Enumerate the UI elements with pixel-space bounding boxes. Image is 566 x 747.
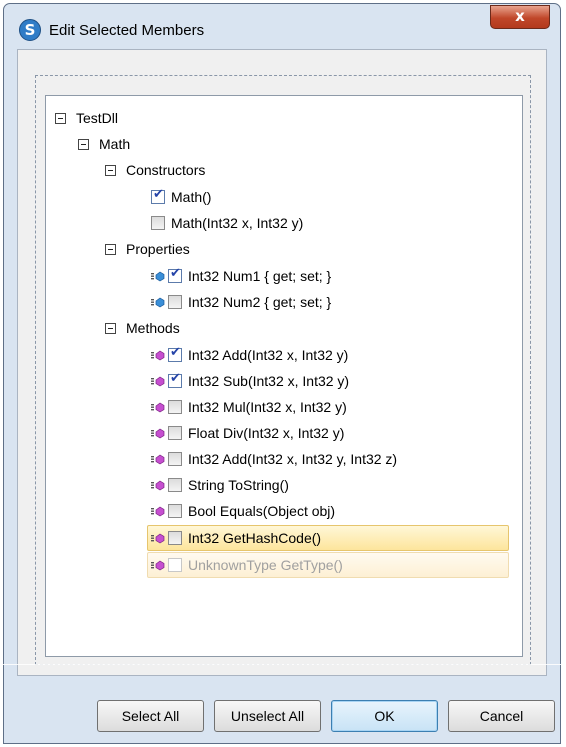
method-icon bbox=[151, 454, 165, 465]
tree-item-constructor[interactable]: Math() bbox=[151, 184, 211, 210]
property-icon bbox=[151, 297, 165, 308]
member-label: Int32 Sub(Int32 x, Int32 y) bbox=[188, 373, 350, 389]
ok-button[interactable]: OK bbox=[331, 700, 438, 732]
app-logo-icon: S bbox=[19, 19, 41, 41]
member-checkbox[interactable] bbox=[168, 531, 182, 545]
collapse-toggle-icon[interactable] bbox=[55, 112, 66, 124]
tree-node-root[interactable]: TestDll bbox=[55, 105, 118, 131]
method-icon bbox=[151, 533, 165, 544]
select-all-button[interactable]: Select All bbox=[97, 700, 204, 732]
tree-item-property[interactable]: Int32 Num1 { get; set; } bbox=[151, 263, 331, 289]
collapse-toggle-icon[interactable] bbox=[105, 322, 116, 334]
member-checkbox[interactable] bbox=[168, 426, 182, 440]
cancel-button[interactable]: Cancel bbox=[448, 700, 555, 732]
tree-item-method-disabled[interactable]: UnknownType GetType() bbox=[151, 552, 343, 578]
member-checkbox[interactable] bbox=[168, 266, 182, 283]
method-icon bbox=[151, 506, 165, 517]
dialog-content: TestDll Math Constructors Math() bbox=[17, 49, 547, 676]
member-label: Math(Int32 x, Int32 y) bbox=[171, 215, 304, 231]
window-title: Edit Selected Members bbox=[49, 22, 205, 39]
dialog-window: S Edit Selected Members x TestDll Math C… bbox=[3, 3, 561, 744]
member-label: Int32 Add(Int32 x, Int32 y, Int32 z) bbox=[188, 451, 398, 467]
method-icon bbox=[151, 402, 165, 413]
close-button[interactable]: x bbox=[490, 5, 550, 29]
tree-item-method[interactable]: Float Div(Int32 x, Int32 y) bbox=[151, 420, 344, 446]
collapse-toggle-icon[interactable] bbox=[78, 138, 89, 150]
tree-node-label: Math bbox=[99, 136, 131, 152]
member-label: Int32 Add(Int32 x, Int32 y) bbox=[188, 347, 349, 363]
tree-group-label: Methods bbox=[126, 320, 180, 336]
method-icon bbox=[151, 480, 165, 491]
member-checkbox[interactable] bbox=[151, 216, 165, 230]
tree-item-method[interactable]: Bool Equals(Object obj) bbox=[151, 498, 335, 524]
member-checkbox[interactable] bbox=[168, 400, 182, 414]
tree-focus-frame: TestDll Math Constructors Math() bbox=[35, 75, 531, 665]
member-checkbox[interactable] bbox=[168, 295, 182, 309]
member-checkbox[interactable] bbox=[168, 558, 182, 572]
member-label: Math() bbox=[171, 189, 212, 205]
member-label: Int32 GetHashCode() bbox=[188, 530, 322, 546]
tree-item-method[interactable]: Int32 Add(Int32 x, Int32 y, Int32 z) bbox=[151, 446, 397, 472]
tree-item-constructor[interactable]: Math(Int32 x, Int32 y) bbox=[151, 210, 303, 236]
member-checkbox[interactable] bbox=[168, 504, 182, 518]
tree-group-properties[interactable]: Properties bbox=[105, 236, 190, 262]
tree-item-method-selected[interactable]: Int32 GetHashCode() bbox=[151, 525, 321, 551]
tree-item-method[interactable]: Int32 Mul(Int32 x, Int32 y) bbox=[151, 394, 347, 420]
tree-group-label: Properties bbox=[126, 241, 190, 257]
member-checkbox[interactable] bbox=[151, 187, 165, 204]
tree-item-method[interactable]: Int32 Sub(Int32 x, Int32 y) bbox=[151, 368, 349, 394]
tree-node-label: TestDll bbox=[76, 110, 119, 126]
member-label: UnknownType GetType() bbox=[188, 557, 343, 573]
tree-group-methods[interactable]: Methods bbox=[105, 315, 180, 341]
collapse-toggle-icon[interactable] bbox=[105, 164, 116, 176]
member-checkbox[interactable] bbox=[168, 345, 182, 362]
member-label: Int32 Num2 { get; set; } bbox=[188, 294, 332, 310]
member-label: Bool Equals(Object obj) bbox=[188, 503, 336, 519]
property-icon bbox=[151, 271, 165, 282]
screen-glare-line bbox=[0, 664, 566, 665]
member-checkbox[interactable] bbox=[168, 371, 182, 388]
tree-item-property[interactable]: Int32 Num2 { get; set; } bbox=[151, 289, 331, 315]
tree-group-constructors[interactable]: Constructors bbox=[105, 157, 205, 183]
member-label: Float Div(Int32 x, Int32 y) bbox=[188, 425, 345, 441]
method-icon bbox=[151, 376, 165, 387]
member-label: String ToString() bbox=[188, 477, 289, 493]
member-checkbox[interactable] bbox=[168, 478, 182, 492]
method-icon bbox=[151, 560, 165, 571]
tree-node-class[interactable]: Math bbox=[78, 131, 130, 157]
tree-group-label: Constructors bbox=[126, 162, 206, 178]
member-label: Int32 Num1 { get; set; } bbox=[188, 268, 332, 284]
tree-item-method[interactable]: Int32 Add(Int32 x, Int32 y) bbox=[151, 342, 348, 368]
title-bar[interactable]: S Edit Selected Members x bbox=[4, 4, 560, 50]
method-icon bbox=[151, 428, 165, 439]
unselect-all-button[interactable]: Unselect All bbox=[214, 700, 321, 732]
members-tree[interactable]: TestDll Math Constructors Math() bbox=[45, 95, 523, 657]
tree-item-method[interactable]: String ToString() bbox=[151, 472, 289, 498]
collapse-toggle-icon[interactable] bbox=[105, 243, 116, 255]
method-icon bbox=[151, 350, 165, 361]
member-checkbox[interactable] bbox=[168, 452, 182, 466]
member-label: Int32 Mul(Int32 x, Int32 y) bbox=[188, 399, 347, 415]
